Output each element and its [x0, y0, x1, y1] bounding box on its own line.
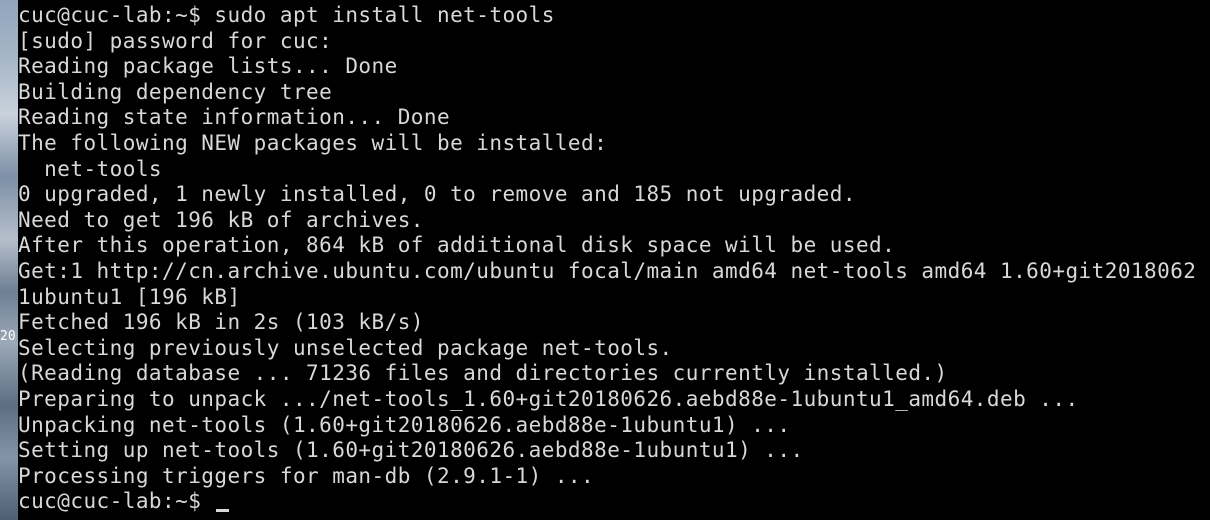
terminal-line: Selecting previously unselected package … [18, 335, 673, 360]
terminal-line: Preparing to unpack .../net-tools_1.60+g… [18, 386, 1079, 411]
terminal-line: net-tools [18, 156, 163, 181]
terminal-line: Building dependency tree [18, 79, 333, 104]
terminal-line: (Reading database ... 71236 files and di… [18, 361, 948, 386]
desktop-wallpaper [0, 0, 18, 520]
terminal-line: Unpacking net-tools (1.60+git20180626.ae… [18, 412, 791, 437]
shell-prompt: cuc@cuc-lab:~$ [18, 489, 215, 514]
terminal-line: 1ubuntu1 [196 kB] [18, 284, 241, 309]
terminal-line: Need to get 196 kB of archives. [18, 207, 424, 232]
terminal-line-sudo-prompt: [sudo] password for cuc: [18, 28, 333, 53]
screen: 20 cuc@cuc-lab:~$ sudo apt install net-t… [0, 0, 1210, 520]
terminal-line: Fetched 196 kB in 2s (103 kB/s) [18, 310, 424, 335]
terminal-line: Processing triggers for man-db (2.9.1-1)… [18, 463, 595, 488]
terminal-line-command: cuc@cuc-lab:~$ sudo apt install net-tool… [18, 3, 555, 27]
terminal-line: The following NEW packages will be insta… [18, 130, 608, 155]
terminal-line: Get:1 http://cn.archive.ubuntu.com/ubunt… [18, 258, 1197, 283]
terminal-window[interactable]: cuc@cuc-lab:~$ sudo apt install net-tool… [18, 3, 1210, 520]
wallpaper-clock-fragment: 20 [0, 329, 16, 344]
terminal-line: Reading package lists... Done [18, 54, 398, 79]
terminal-line: 0 upgraded, 1 newly installed, 0 to remo… [18, 182, 856, 207]
terminal-line: Setting up net-tools (1.60+git20180626.a… [18, 438, 804, 463]
text-cursor [216, 509, 230, 513]
terminal-line: Reading state information... Done [18, 105, 451, 130]
terminal-line: After this operation, 864 kB of addition… [18, 233, 896, 258]
terminal-prompt-line[interactable]: cuc@cuc-lab:~$ [18, 489, 1210, 515]
